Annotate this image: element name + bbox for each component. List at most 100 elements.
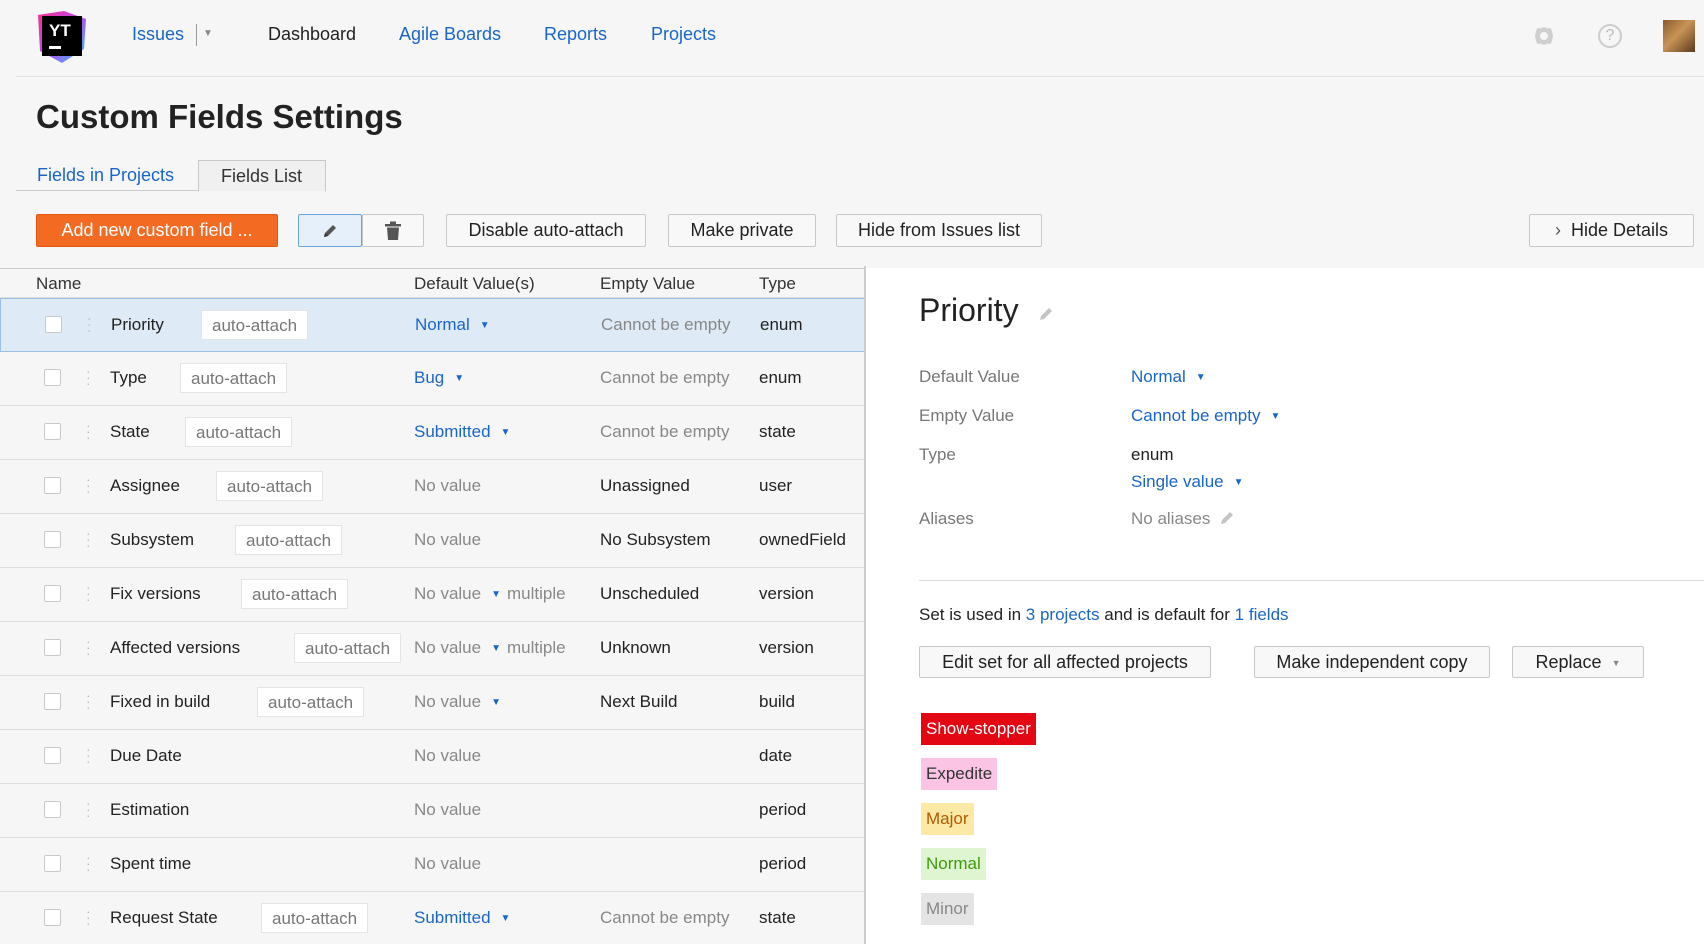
drag-handle-icon[interactable]: · · · <box>86 472 91 498</box>
disable-auto-attach-button[interactable]: Disable auto-attach <box>446 214 646 247</box>
drag-handle-icon[interactable]: · · · <box>86 688 91 714</box>
field-type: version <box>759 584 814 603</box>
nav-dashboard[interactable]: Dashboard <box>268 24 356 45</box>
table-row[interactable]: · · · Affected versions auto-attach No value ▼… <box>0 622 866 676</box>
user-avatar[interactable] <box>1663 20 1695 52</box>
column-header-empty[interactable]: Empty Value <box>600 274 695 294</box>
tab-fields-list[interactable]: Fields List <box>198 160 326 192</box>
tab-fields-in-projects[interactable]: Fields in Projects <box>37 165 174 186</box>
row-checkbox[interactable] <box>44 423 61 440</box>
table-row[interactable]: · · · Estimation No value period <box>0 784 866 838</box>
enum-value-tag[interactable]: Major <box>921 803 974 835</box>
default-value-select[interactable]: Submitted ▼ <box>414 908 510 928</box>
table-row[interactable]: · · · Due Date No value date <box>0 730 866 784</box>
default-value-text: Bug <box>414 368 445 387</box>
default-value-select[interactable]: No value ▼ multiple <box>414 638 566 658</box>
table-row[interactable]: · · · Fix versions auto-attach No value ▼ multi… <box>0 568 866 622</box>
default-value-select[interactable]: Submitted ▼ <box>414 422 510 442</box>
drag-handle-icon[interactable]: · · · <box>86 796 91 822</box>
help-icon[interactable]: ? <box>1598 24 1622 48</box>
empty-value-text: Cannot be empty <box>600 908 730 927</box>
multiple-label: multiple <box>507 638 566 657</box>
empty-value-select[interactable]: Cannot be empty ▼ <box>1131 406 1280 426</box>
table-row[interactable]: · · · Subsystem auto-attach No value No Subsys… <box>0 514 866 568</box>
nav-divider <box>196 24 197 46</box>
page-title: Custom Fields Settings <box>36 98 403 135</box>
add-custom-field-button[interactable]: Add new custom field ... <box>36 214 278 247</box>
default-value-select[interactable]: Bug ▼ <box>414 368 464 388</box>
enum-value-tag[interactable]: Expedite <box>921 758 998 790</box>
enum-value-tag[interactable]: Minor <box>921 893 974 925</box>
edit-field-button[interactable] <box>298 214 362 247</box>
field-name: Affected versions <box>110 638 241 657</box>
nav-agile-boards[interactable]: Agile Boards <box>399 24 501 45</box>
drag-handle-icon[interactable]: · · · <box>86 526 91 552</box>
row-checkbox[interactable] <box>44 693 61 710</box>
row-checkbox[interactable] <box>44 801 61 818</box>
field-name: Request State <box>110 908 218 927</box>
drag-handle-icon[interactable]: · · · <box>86 742 91 768</box>
field-type: build <box>759 692 795 711</box>
default-value-select[interactable]: No value ▼ <box>414 692 501 712</box>
issues-dropdown-icon[interactable]: ▼ <box>203 28 213 39</box>
column-header-type[interactable]: Type <box>759 274 796 294</box>
drag-handle-icon[interactable]: · · · <box>86 418 91 444</box>
make-independent-copy-button[interactable]: Make independent copy <box>1254 646 1490 678</box>
row-checkbox[interactable] <box>44 639 61 656</box>
aliases-text: No aliases <box>1131 509 1211 528</box>
table-row[interactable]: · · · Priority auto-attach Normal ▼ Cannot be e… <box>0 298 866 352</box>
fields-link[interactable]: 1 fields <box>1235 605 1289 624</box>
enum-value-tag[interactable]: Normal <box>921 848 986 880</box>
edit-set-button[interactable]: Edit set for all affected projects <box>919 646 1211 678</box>
delete-field-button[interactable] <box>362 214 424 247</box>
drag-handle-icon[interactable]: · · · <box>87 311 92 337</box>
rename-pencil-icon[interactable] <box>1038 306 1054 322</box>
aliases-value[interactable]: No aliases <box>1131 509 1235 529</box>
hide-from-issues-list-button[interactable]: Hide from Issues list <box>836 214 1042 247</box>
table-row[interactable]: · · · State auto-attach Submitted ▼ Cannot be e… <box>0 406 866 460</box>
edit-aliases-pencil-icon[interactable] <box>1219 510 1235 526</box>
default-value-select[interactable]: Normal ▼ <box>1131 367 1206 387</box>
enum-value-tag[interactable]: Show-stopper <box>921 713 1036 745</box>
dropdown-caret-icon: ▼ <box>491 697 502 708</box>
drag-handle-icon[interactable]: · · · <box>86 580 91 606</box>
table-row[interactable]: · · · Assignee auto-attach No value Unassigned… <box>0 460 866 514</box>
default-value-text: No value <box>414 692 482 711</box>
row-checkbox[interactable] <box>44 747 61 764</box>
row-checkbox[interactable] <box>44 477 61 494</box>
row-checkbox[interactable] <box>44 909 61 926</box>
drag-handle-icon[interactable]: · · · <box>86 904 91 930</box>
nav-projects[interactable]: Projects <box>651 24 716 45</box>
set-usage-text: Set is used in 3 projects and is default… <box>919 605 1289 625</box>
table-row[interactable]: · · · Type auto-attach Bug ▼ Cannot be empty enu… <box>0 352 866 406</box>
row-checkbox[interactable] <box>44 585 61 602</box>
make-private-button[interactable]: Make private <box>668 214 816 247</box>
header-divider <box>16 76 1704 77</box>
row-checkbox[interactable] <box>45 316 62 333</box>
row-checkbox[interactable] <box>44 855 61 872</box>
row-checkbox[interactable] <box>44 369 61 386</box>
hide-details-button[interactable]: › Hide Details <box>1529 214 1694 247</box>
nav-issues[interactable]: Issues <box>132 24 184 45</box>
settings-gear-icon[interactable] <box>1532 24 1556 48</box>
default-value-select[interactable]: No value ▼ multiple <box>414 584 566 604</box>
replace-button[interactable]: Replace ▼ <box>1512 646 1644 678</box>
value-mode-select[interactable]: Single value ▼ <box>1131 472 1244 492</box>
youtrack-logo[interactable]: YT <box>34 9 90 65</box>
row-checkbox[interactable] <box>44 531 61 548</box>
drag-handle-icon[interactable]: · · · <box>86 364 91 390</box>
field-name: Fix versions <box>110 584 201 603</box>
table-row[interactable]: · · · Fixed in build auto-attach No value ▼ Nex… <box>0 676 866 730</box>
table-row[interactable]: · · · Spent time No value period <box>0 838 866 892</box>
table-row[interactable]: · · · Request State auto-attach Submitted ▼ Can… <box>0 892 866 944</box>
field-details-panel: Priority Default Value Normal ▼ Empty Val… <box>866 268 1704 944</box>
nav-reports[interactable]: Reports <box>544 24 607 45</box>
column-header-name[interactable]: Name <box>36 274 81 294</box>
default-value-select[interactable]: Normal ▼ <box>415 315 490 335</box>
projects-link[interactable]: 3 projects <box>1026 605 1100 624</box>
column-header-default[interactable]: Default Value(s) <box>414 274 535 294</box>
dropdown-caret-icon: ▼ <box>1270 411 1281 422</box>
drag-handle-icon[interactable]: · · · <box>86 634 91 660</box>
drag-handle-icon[interactable]: · · · <box>86 850 91 876</box>
empty-value-text: Unknown <box>600 638 671 657</box>
